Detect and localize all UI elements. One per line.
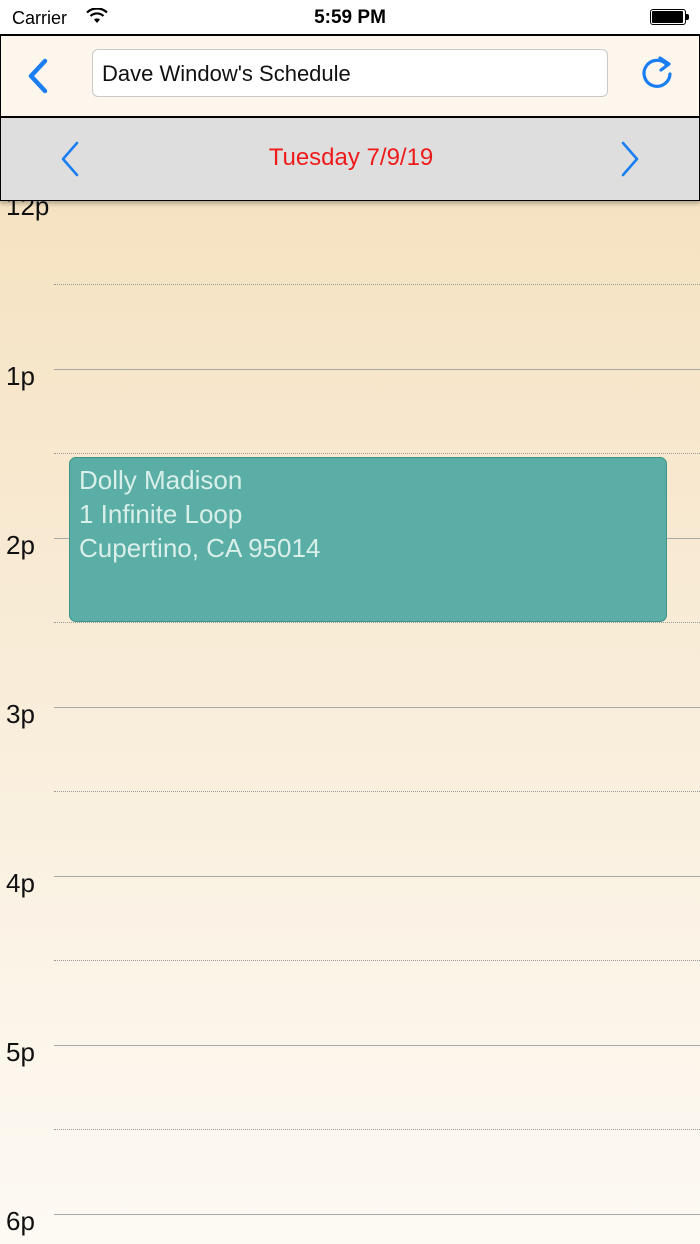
half-hour-line bbox=[54, 453, 700, 454]
hour-label-12p: 12p bbox=[6, 199, 50, 221]
hour-label-3p: 3p bbox=[6, 699, 35, 729]
event-street: 1 Infinite Loop bbox=[79, 499, 243, 529]
half-hour-line bbox=[54, 960, 700, 961]
hour-line bbox=[54, 707, 700, 708]
half-hour-line bbox=[54, 622, 700, 623]
appointment-event[interactable]: Dolly Madison 1 Infinite Loop Cupertino,… bbox=[69, 457, 667, 622]
hour-line bbox=[54, 369, 700, 370]
hour-label-2p: 2p bbox=[6, 530, 35, 560]
chevron-left-icon bbox=[61, 141, 79, 177]
day-timeline[interactable]: 12p 1p 2p 3p 4p 5p 6p Dolly Madison 1 In… bbox=[0, 199, 700, 1244]
status-time: 5:59 PM bbox=[314, 7, 386, 28]
chevron-left-icon bbox=[28, 58, 48, 94]
next-day-button[interactable] bbox=[615, 138, 645, 180]
navigation-header: Dave Window's Schedule bbox=[0, 34, 700, 117]
half-hour-line bbox=[54, 1129, 700, 1130]
event-city: Cupertino, CA 95014 bbox=[79, 533, 321, 563]
status-bar: Carrier 5:59 PM bbox=[0, 0, 700, 34]
previous-day-button[interactable] bbox=[55, 138, 85, 180]
hour-label-4p: 4p bbox=[6, 868, 35, 898]
event-client-name: Dolly Madison bbox=[79, 465, 243, 495]
refresh-button[interactable] bbox=[637, 53, 677, 93]
half-hour-line bbox=[54, 791, 700, 792]
chevron-right-icon bbox=[621, 141, 639, 177]
schedule-title-field[interactable]: Dave Window's Schedule bbox=[92, 49, 608, 97]
half-hour-line bbox=[54, 284, 700, 285]
hour-label-1p: 1p bbox=[6, 361, 35, 391]
date-navigation-bar: Tuesday 7/9/19 bbox=[0, 116, 700, 201]
hour-line bbox=[54, 876, 700, 877]
hour-label-5p: 5p bbox=[6, 1037, 35, 1067]
hour-line bbox=[54, 1045, 700, 1046]
current-date-label: Tuesday 7/9/19 bbox=[268, 144, 434, 171]
hour-line bbox=[54, 1214, 700, 1215]
refresh-icon bbox=[642, 56, 672, 88]
back-button[interactable] bbox=[21, 56, 55, 96]
hour-label-6p: 6p bbox=[6, 1206, 35, 1236]
battery-icon bbox=[650, 9, 689, 25]
